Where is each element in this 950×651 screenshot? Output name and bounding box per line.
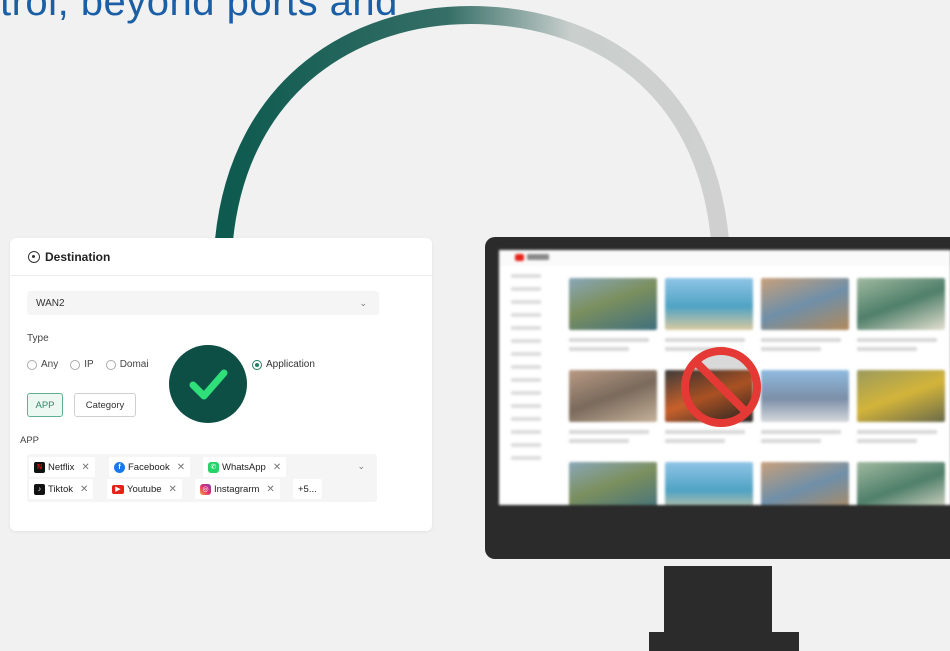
checkmark-icon <box>189 369 228 400</box>
tag-instagram: ◎ Instagrarm ✕ <box>195 479 280 499</box>
site-topbar <box>499 250 950 266</box>
tag-label: Tiktok <box>48 483 73 495</box>
radio-circle-icon <box>70 359 81 370</box>
site-sidebar <box>503 274 559 469</box>
close-icon[interactable]: ✕ <box>273 462 281 473</box>
video-thumbnail <box>857 278 945 330</box>
app-mode-button[interactable]: APP <box>27 393 63 417</box>
tag-label: Youtube <box>127 483 162 495</box>
radio-domain[interactable]: Domai <box>105 359 149 370</box>
radio-label: Domai <box>119 359 149 370</box>
instagram-icon: ◎ <box>200 483 211 495</box>
tag-tiktok: ♪ Tiktok ✕ <box>29 479 94 499</box>
youtube-icon: ▶ <box>112 484 124 494</box>
tag-whatsapp: ✆ WhatsApp ✕ <box>203 457 287 477</box>
panel-header: Destination <box>10 238 432 276</box>
monitor-stand-base <box>649 632 799 651</box>
video-thumbnail <box>665 462 753 505</box>
video-thumbnail <box>761 370 849 422</box>
type-label: Type <box>27 333 49 344</box>
video-thumbnail <box>569 278 657 330</box>
close-icon[interactable]: ✕ <box>266 484 274 495</box>
tag-label: Netflix <box>48 461 75 473</box>
tag-more[interactable]: +5... <box>293 479 322 499</box>
video-thumbnail <box>569 370 657 422</box>
wan-select[interactable]: WAN2 ⌄ <box>27 291 379 315</box>
type-radio-group: Any IP Domai <box>27 359 149 370</box>
more-count: +5... <box>298 483 317 495</box>
radio-any[interactable]: Any <box>27 359 58 370</box>
video-thumbnail <box>665 278 753 330</box>
radio-circle-icon <box>105 359 116 370</box>
tag-label: Instagrarm <box>214 483 260 495</box>
whatsapp-icon: ✆ <box>208 461 219 473</box>
close-icon[interactable]: ✕ <box>177 462 185 473</box>
app-label: APP <box>20 435 40 446</box>
video-thumbnail <box>761 278 849 330</box>
video-thumbnail <box>761 462 849 505</box>
panel-title: Destination <box>45 249 111 264</box>
close-icon[interactable]: ✕ <box>81 462 89 473</box>
site-name-placeholder <box>527 254 549 260</box>
category-mode-button[interactable]: Category <box>74 393 136 417</box>
radio-label: Application <box>266 359 315 370</box>
tag-label: Facebook <box>128 461 170 473</box>
tag-youtube: ▶ Youtube ✕ <box>107 479 182 499</box>
allowed-check-badge <box>169 345 247 423</box>
radio-selected-icon <box>252 359 262 370</box>
radio-ip[interactable]: IP <box>70 359 94 370</box>
video-thumbnail <box>857 370 945 422</box>
target-icon <box>28 250 40 263</box>
facebook-icon: f <box>114 461 125 473</box>
tag-netflix: N Netflix ✕ <box>29 457 95 477</box>
video-thumbnail <box>569 462 657 505</box>
netflix-icon: N <box>34 461 45 473</box>
radio-application[interactable]: Application <box>252 359 315 370</box>
monitor-stand-neck <box>664 566 772 634</box>
radio-label: Any <box>41 359 59 370</box>
wan-select-value: WAN2 <box>36 297 65 309</box>
prohibited-icon <box>681 347 761 427</box>
close-icon[interactable]: ✕ <box>169 484 177 495</box>
radio-label: IP <box>84 359 94 370</box>
chevron-down-icon[interactable]: ⌄ <box>357 461 365 472</box>
radio-circle-icon <box>27 359 37 370</box>
app-tag-select[interactable]: N Netflix ✕ f Facebook ✕ ✆ WhatsApp ✕ ♪ … <box>27 454 377 502</box>
video-thumbnail <box>857 462 945 505</box>
youtube-logo-icon <box>515 254 524 261</box>
tag-label: WhatsApp <box>222 461 266 473</box>
close-icon[interactable]: ✕ <box>80 484 88 495</box>
chevron-down-icon: ⌄ <box>359 297 367 308</box>
tiktok-icon: ♪ <box>34 483 45 495</box>
tag-facebook: f Facebook ✕ <box>109 457 191 477</box>
